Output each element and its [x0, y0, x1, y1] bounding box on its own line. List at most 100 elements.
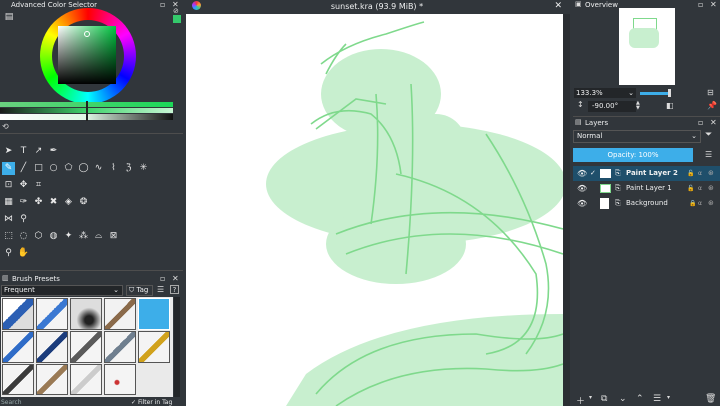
brush-preset[interactable]	[70, 364, 102, 395]
crop-tool-icon[interactable]: ⌗	[32, 179, 45, 192]
alpha-lock-icon[interactable]: α	[698, 166, 702, 181]
brush-preset[interactable]	[138, 331, 170, 363]
filter-in-tag-checkbox[interactable]: ✓ Filter in Tag	[131, 399, 172, 406]
pan-tool-icon[interactable]: ✋	[17, 247, 30, 260]
move-layer-up-icon[interactable]: ⌃	[636, 394, 644, 404]
tag-button[interactable]: ⛉ Tag	[126, 285, 153, 296]
slider-handle[interactable]	[86, 101, 88, 121]
layer-properties-menu-icon[interactable]: ▾	[667, 394, 670, 401]
multibrush-icon[interactable]: ✳	[137, 162, 150, 175]
zoom-slider[interactable]	[640, 92, 670, 95]
overview-thumbnail[interactable]	[619, 8, 675, 85]
rotation-field[interactable]: -90.00°	[588, 101, 636, 112]
float-icon[interactable]: ▫	[160, 274, 165, 283]
fit-view-icon[interactable]: ⊟	[707, 88, 714, 97]
layers-menu-icon[interactable]: ☰	[705, 150, 712, 159]
text-tool-icon[interactable]: T	[17, 145, 30, 158]
add-layer-icon[interactable]: ＋	[576, 394, 585, 406]
ellipse-select-icon[interactable]: ◌	[17, 230, 30, 243]
brush-preset[interactable]	[70, 298, 102, 330]
magnetic-select-icon[interactable]: ⊠	[107, 230, 120, 243]
close-document-icon[interactable]: ✕	[554, 1, 562, 11]
layers-header-buttons[interactable]: ▫ ✕	[698, 118, 717, 127]
polyline-tool-icon[interactable]: ◯	[77, 162, 90, 175]
brush-preset[interactable]	[70, 331, 102, 363]
brush-preset[interactable]	[2, 331, 34, 363]
lock-icon[interactable]: 🔓	[687, 181, 694, 196]
duplicate-layer-icon[interactable]: ⧉	[601, 394, 607, 404]
move-tool-icon[interactable]: ✥	[17, 179, 30, 192]
bezier-tool-icon[interactable]: ∿	[92, 162, 105, 175]
pin-icon[interactable]: 📌	[707, 101, 717, 110]
freehand-brush-icon[interactable]: ✎	[2, 162, 15, 175]
brush-preset[interactable]	[36, 298, 68, 330]
visibility-icon[interactable]: 👁	[577, 166, 587, 181]
brush-preset-selected[interactable]	[138, 298, 170, 330]
edit-shapes-icon[interactable]: ↗	[32, 145, 45, 158]
settings-icon[interactable]: ▤	[3, 11, 15, 23]
layer-row[interactable]: 👁 ⎘ Background 🔒 α ⊛	[573, 196, 720, 211]
select-shapes-icon[interactable]: ➤	[2, 145, 15, 158]
lock-icon[interactable]: 🔓	[687, 166, 694, 181]
smart-patch-icon[interactable]: ✖	[47, 196, 60, 209]
brush-filter-select[interactable]: Frequent ⌄	[1, 285, 123, 296]
brush-scrollbar[interactable]	[174, 297, 180, 397]
brush-presets-header-buttons[interactable]: ▫ ✕	[160, 274, 179, 283]
reference-tool-icon[interactable]: ⚲	[17, 213, 30, 226]
mirror-icon[interactable]: ◧	[666, 101, 674, 110]
close-icon[interactable]: ✕	[710, 0, 717, 9]
layer-row[interactable]: 👁 ⎘ Paint Layer 1 🔓 α ⊛	[573, 181, 720, 196]
brush-preset[interactable]	[104, 364, 136, 395]
checkbox-icon[interactable]: ✓	[131, 399, 136, 406]
gradient-tool-icon[interactable]: ▦	[2, 196, 15, 209]
zoom-tool-icon[interactable]: ⚲	[2, 247, 15, 260]
overview-header-buttons[interactable]: ▫ ✕	[698, 0, 717, 9]
inherit-alpha-icon[interactable]: ⊛	[708, 166, 714, 181]
canvas-area[interactable]	[186, 14, 563, 406]
alpha-lock-icon[interactable]: α	[698, 196, 702, 211]
layer-row-selected[interactable]: 👁 ✓ ⎘ Paint Layer 2 🔓 α ⊛	[573, 166, 720, 181]
layer-filter-icon[interactable]: ⏷	[705, 130, 712, 140]
dynamic-brush-icon[interactable]: ℨ	[122, 162, 135, 175]
move-layer-down-icon[interactable]: ⌄	[619, 394, 627, 404]
visibility-icon[interactable]: 👁	[577, 196, 587, 211]
close-icon[interactable]: ✕	[710, 118, 717, 127]
line-tool-icon[interactable]: ╱	[17, 162, 30, 175]
enclose-fill-icon[interactable]: ❂	[77, 196, 90, 209]
delete-layer-icon[interactable]: 🗑	[705, 394, 716, 404]
polygon-select-icon[interactable]: ⬡	[32, 230, 45, 243]
brush-preset[interactable]	[2, 364, 34, 395]
visibility-icon[interactable]: 👁	[577, 181, 587, 196]
color-picker-icon[interactable]: ✑	[17, 196, 30, 209]
transform-tool-icon[interactable]: ⊡	[2, 179, 15, 192]
zoom-slider-handle[interactable]	[668, 89, 671, 97]
blend-mode-select[interactable]: Normal ⌄	[573, 130, 701, 143]
colorize-mask-icon[interactable]: ✤	[32, 196, 45, 209]
add-layer-menu-icon[interactable]: ▾	[589, 394, 592, 401]
refresh-icon[interactable]: ⟲	[2, 122, 9, 131]
bezier-select-icon[interactable]: ⌓	[92, 230, 105, 243]
reset-color-icon[interactable]: ⊘	[173, 7, 179, 15]
brush-preset[interactable]	[104, 331, 136, 363]
float-icon[interactable]: ▫	[160, 0, 165, 9]
brush-preset[interactable]	[36, 331, 68, 363]
float-icon[interactable]: ▫	[698, 0, 703, 9]
brush-preset[interactable]	[36, 364, 68, 395]
zoom-field[interactable]: 133.3% ⌄	[574, 88, 636, 98]
rotation-spinner[interactable]: ▲ ▼	[636, 101, 640, 111]
opacity-slider[interactable]: Opacity: 100%	[573, 148, 693, 162]
brush-preset[interactable]	[104, 298, 136, 330]
layer-properties-icon[interactable]: ☰	[653, 394, 661, 404]
rectangle-tool-icon[interactable]: □	[32, 162, 45, 175]
lock-icon[interactable]: 🔒	[689, 196, 696, 211]
inherit-alpha-icon[interactable]: ⊛	[708, 181, 714, 196]
freehand-path-icon[interactable]: ⌇	[107, 162, 120, 175]
calligraphy-icon[interactable]: ✒	[47, 145, 60, 158]
rect-select-icon[interactable]: ⬚	[2, 230, 15, 243]
close-icon[interactable]: ✕	[172, 274, 179, 283]
polygon-tool-icon[interactable]: ⬠	[62, 162, 75, 175]
ellipse-tool-icon[interactable]: ○	[47, 162, 60, 175]
float-icon[interactable]: ▫	[698, 118, 703, 127]
document-title[interactable]: sunset.kra (93.9 MiB) *	[186, 2, 568, 11]
brush-preset[interactable]	[2, 298, 34, 330]
